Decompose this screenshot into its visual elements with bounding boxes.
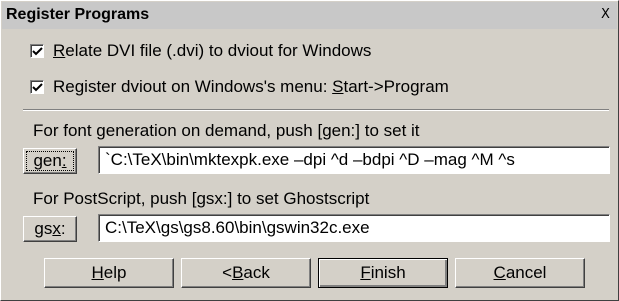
check-mark-icon [32,47,43,56]
separator [23,109,609,111]
help-button[interactable]: Help [44,258,174,288]
close-icon[interactable]: X [597,7,614,23]
register-menu-label: Register dviout on Windows's menu: Start… [53,77,449,96]
gen-section-label: For font generation on demand, push [gen… [33,121,420,140]
relate-dvi-checkbox[interactable] [30,44,44,58]
relate-dvi-checkbox-row[interactable]: Relate DVI file (.dvi) to dviout for Win… [30,39,371,63]
finish-button[interactable]: Finish [318,258,448,288]
back-button[interactable]: < Back [181,258,311,288]
gsx-button[interactable]: gs x: [23,216,77,242]
gsx-path-field[interactable]: C:\TeX\gs\gs8.60\bin\gswin32c.exe [98,214,610,242]
window-title: Register Programs [6,6,150,23]
title-bar: Register Programs X [2,2,617,29]
gen-button[interactable]: gen: [23,148,77,174]
register-menu-checkbox-row[interactable]: Register dviout on Windows's menu: Start… [30,75,449,99]
register-programs-dialog: Register Programs X Relate DVI file (.dv… [0,0,619,301]
relate-dvi-label: Relate DVI file (.dvi) to dviout for Win… [53,41,372,60]
register-menu-checkbox[interactable] [30,80,44,94]
gsx-section-label: For PostScript, push [gsx:] to set Ghost… [33,189,370,208]
check-mark-icon [32,83,43,92]
cancel-button[interactable]: Cancel [455,258,585,288]
gen-command-field[interactable]: `C:\TeX\bin\mktexpk.exe –dpi ^d –bdpi ^D… [98,146,610,174]
